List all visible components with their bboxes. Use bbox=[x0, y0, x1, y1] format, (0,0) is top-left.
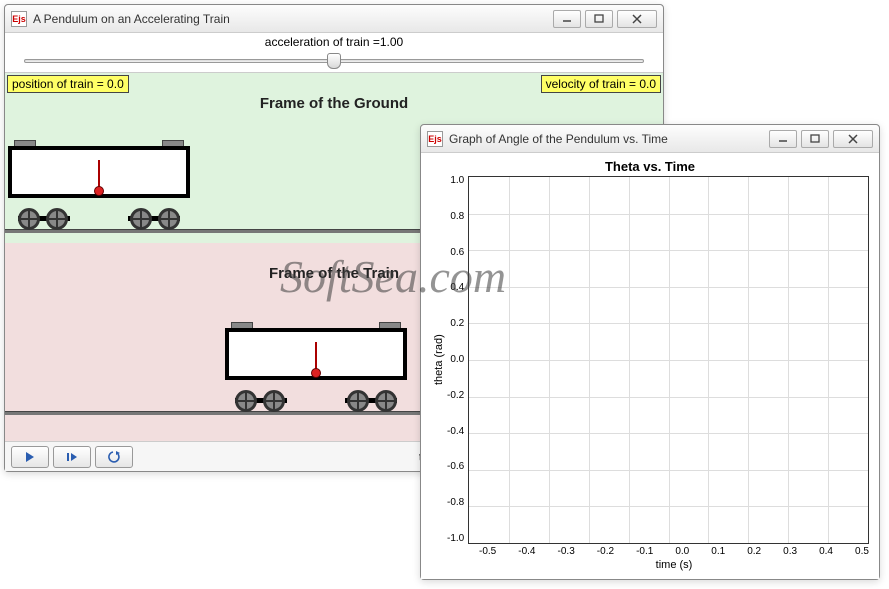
gridline bbox=[589, 177, 590, 543]
pendulum-bob-icon bbox=[94, 186, 104, 196]
train-frame-train bbox=[225, 322, 407, 412]
play-icon bbox=[25, 451, 35, 463]
acceleration-label: acceleration of train =1.00 bbox=[265, 35, 403, 49]
gridline bbox=[828, 177, 829, 543]
ground-frame-title: Frame of the Ground bbox=[5, 95, 663, 112]
xtick-label: 0.1 bbox=[711, 546, 725, 557]
ytick-label: -0.6 bbox=[447, 462, 464, 472]
xtick-label: -0.1 bbox=[636, 546, 653, 557]
gridline bbox=[748, 177, 749, 543]
wheel-icon bbox=[18, 208, 40, 230]
acceleration-panel: acceleration of train =1.00 bbox=[5, 33, 663, 73]
ytick-label: 0.8 bbox=[450, 212, 464, 222]
wheel-icon bbox=[375, 390, 397, 412]
wheel-icon bbox=[130, 208, 152, 230]
gridline bbox=[788, 177, 789, 543]
graph-titlebar[interactable]: Ejs Graph of Angle of the Pendulum vs. T… bbox=[421, 125, 879, 153]
graph-title: Graph of Angle of the Pendulum vs. Time bbox=[449, 132, 769, 146]
wheel-icon bbox=[263, 390, 285, 412]
gridline bbox=[509, 177, 510, 543]
close-button[interactable] bbox=[833, 130, 873, 148]
ytick-label: 1.0 bbox=[450, 176, 464, 186]
play-button[interactable] bbox=[11, 446, 49, 468]
xtick-label: -0.5 bbox=[479, 546, 496, 557]
xtick-label: -0.4 bbox=[518, 546, 535, 557]
ytick-label: 0.2 bbox=[450, 319, 464, 329]
chart-plot[interactable] bbox=[468, 176, 869, 544]
acceleration-slider[interactable] bbox=[24, 51, 644, 71]
ytick-label: 0.0 bbox=[450, 355, 464, 365]
main-title: A Pendulum on an Accelerating Train bbox=[33, 12, 553, 26]
step-button[interactable] bbox=[53, 446, 91, 468]
wheel-icon bbox=[158, 208, 180, 230]
ytick-label: 0.6 bbox=[450, 248, 464, 258]
step-icon bbox=[66, 451, 78, 463]
xtick-label: -0.3 bbox=[558, 546, 575, 557]
xtick-label: -0.2 bbox=[597, 546, 614, 557]
wheel-icon bbox=[347, 390, 369, 412]
pendulum-string bbox=[315, 342, 317, 370]
ytick-label: -0.4 bbox=[447, 427, 464, 437]
ytick-label: 0.4 bbox=[450, 283, 464, 293]
train-car-body bbox=[8, 146, 190, 198]
ground-train bbox=[8, 140, 190, 230]
maximize-button[interactable] bbox=[585, 10, 613, 28]
xtick-label: 0.2 bbox=[747, 546, 761, 557]
chart-xaxis-ticks: -0.5 -0.4 -0.3 -0.2 -0.1 0.0 0.1 0.2 0.3 0.4 0.5 bbox=[479, 546, 869, 557]
xtick-label: 0.0 bbox=[675, 546, 689, 557]
chart-title: Theta vs. Time bbox=[431, 159, 869, 174]
train-car-body bbox=[225, 328, 407, 380]
chart-area: Theta vs. Time theta (rad) 1.0 0.8 0.6 0.4 0… bbox=[421, 153, 879, 579]
pendulum-bob-icon bbox=[311, 368, 321, 378]
gridline bbox=[669, 177, 670, 543]
pendulum-string bbox=[98, 160, 100, 188]
ytick-label: -1.0 bbox=[447, 534, 464, 544]
slider-thumb[interactable] bbox=[327, 53, 341, 69]
app-icon: Ejs bbox=[11, 11, 27, 27]
ytick-label: -0.2 bbox=[447, 391, 464, 401]
reset-button[interactable] bbox=[95, 446, 133, 468]
xtick-label: 0.5 bbox=[855, 546, 869, 557]
wheel-icon bbox=[235, 390, 257, 412]
gridline bbox=[629, 177, 630, 543]
velocity-status: velocity of train = 0.0 bbox=[541, 75, 661, 93]
minimize-button[interactable] bbox=[553, 10, 581, 28]
minimize-button[interactable] bbox=[769, 130, 797, 148]
xtick-label: 0.3 bbox=[783, 546, 797, 557]
gridline bbox=[708, 177, 709, 543]
chart-xlabel: time (s) bbox=[479, 559, 869, 571]
app-icon: Ejs bbox=[427, 131, 443, 147]
ytick-label: -0.8 bbox=[447, 498, 464, 508]
wheel-icon bbox=[46, 208, 68, 230]
gridline bbox=[549, 177, 550, 543]
xtick-label: 0.4 bbox=[819, 546, 833, 557]
graph-window: Ejs Graph of Angle of the Pendulum vs. T… bbox=[420, 124, 880, 580]
position-status: position of train = 0.0 bbox=[7, 75, 129, 93]
chart-yaxis-ticks: 1.0 0.8 0.6 0.4 0.2 0.0 -0.2 -0.4 -0.6 -0.8 -1.0 bbox=[447, 176, 468, 544]
chart-ylabel: theta (rad) bbox=[431, 176, 447, 544]
maximize-button[interactable] bbox=[801, 130, 829, 148]
main-titlebar[interactable]: Ejs A Pendulum on an Accelerating Train bbox=[5, 5, 663, 33]
reset-icon bbox=[107, 451, 121, 463]
close-button[interactable] bbox=[617, 10, 657, 28]
